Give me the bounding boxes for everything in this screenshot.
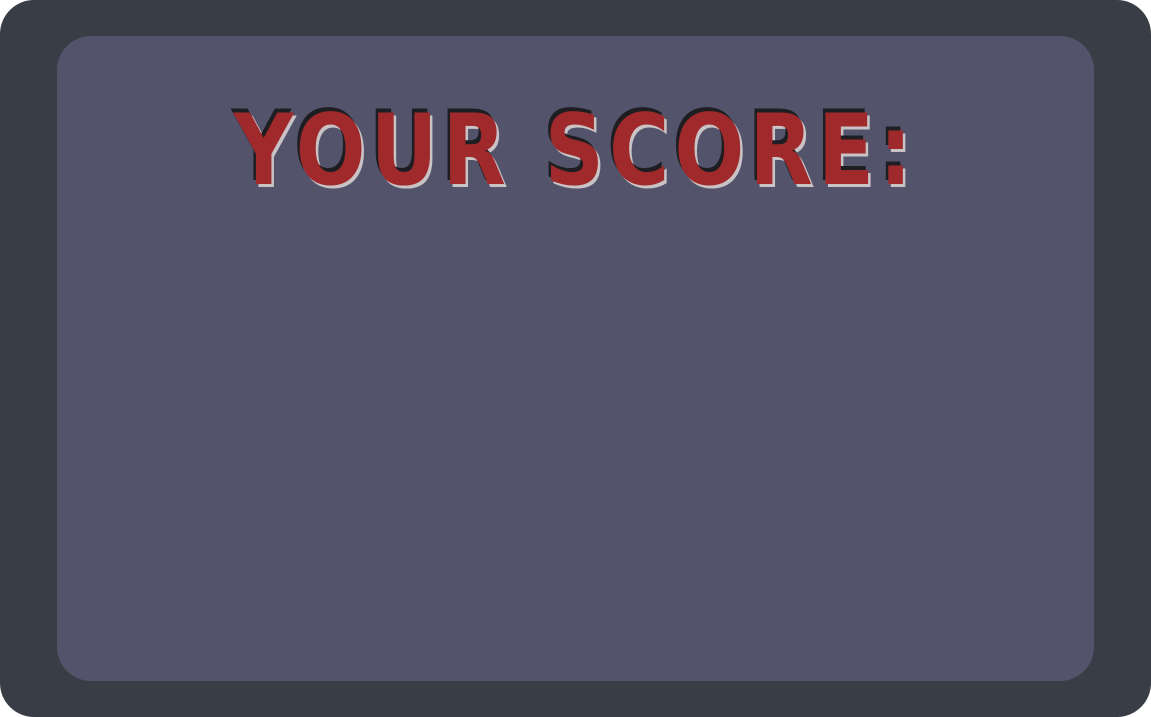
score-title: YOUR SCORE:	[233, 94, 918, 208]
score-panel: YOUR SCORE:	[57, 36, 1094, 681]
game-frame: YOUR SCORE:	[0, 0, 1151, 717]
